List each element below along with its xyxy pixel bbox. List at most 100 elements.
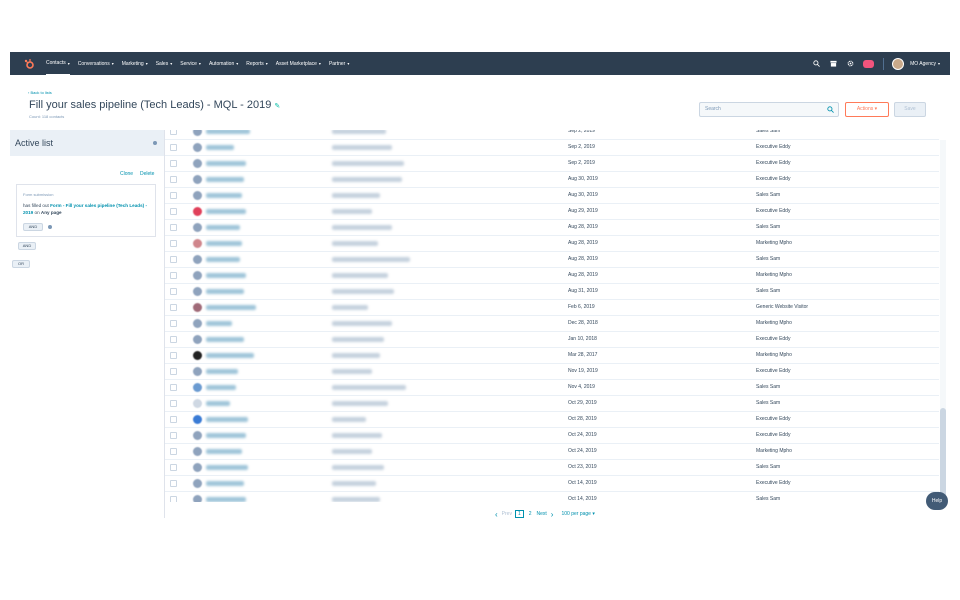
- contact-name-blurred[interactable]: [206, 273, 246, 278]
- contact-name-blurred[interactable]: [206, 337, 244, 342]
- nav-partner[interactable]: Partner ▾: [329, 52, 349, 75]
- table-row[interactable]: Sep 2, 2019 Executive Eddy: [165, 156, 939, 172]
- contact-name-blurred[interactable]: [206, 161, 246, 166]
- contact-name-blurred[interactable]: [206, 433, 246, 438]
- contact-name-blurred[interactable]: [206, 177, 244, 182]
- add-or-filter-button[interactable]: OR: [12, 260, 30, 268]
- nav-asset-marketplace[interactable]: Asset Marketplace ▾: [276, 52, 321, 75]
- contact-name-blurred[interactable]: [206, 497, 246, 502]
- row-checkbox[interactable]: [170, 176, 177, 183]
- table-row[interactable]: Aug 30, 2019 Executive Eddy: [165, 172, 939, 188]
- row-checkbox[interactable]: [170, 432, 177, 439]
- contact-name-blurred[interactable]: [206, 257, 240, 262]
- contact-name-blurred[interactable]: [206, 465, 248, 470]
- info-icon[interactable]: [153, 141, 157, 145]
- table-row[interactable]: Aug 31, 2019 Sales Sam: [165, 284, 939, 300]
- delete-filter-link[interactable]: Delete: [140, 171, 154, 177]
- table-row[interactable]: Nov 19, 2019 Executive Eddy: [165, 364, 939, 380]
- row-checkbox[interactable]: [170, 464, 177, 471]
- row-checkbox[interactable]: [170, 336, 177, 343]
- table-row[interactable]: Oct 24, 2019 Executive Eddy: [165, 428, 939, 444]
- account-avatar[interactable]: [892, 57, 905, 70]
- contact-name-blurred[interactable]: [206, 305, 256, 310]
- nav-reports[interactable]: Reports ▾: [246, 52, 268, 75]
- contact-name-blurred[interactable]: [206, 145, 234, 150]
- row-checkbox[interactable]: [170, 496, 177, 502]
- search-icon[interactable]: [812, 60, 820, 68]
- row-checkbox[interactable]: [170, 256, 177, 263]
- help-button[interactable]: Help: [926, 492, 948, 510]
- notifications-icon[interactable]: [863, 59, 875, 68]
- row-checkbox[interactable]: [170, 208, 177, 215]
- row-checkbox[interactable]: [170, 320, 177, 327]
- contact-name-blurred[interactable]: [206, 401, 230, 406]
- row-checkbox[interactable]: [170, 160, 177, 167]
- row-checkbox[interactable]: [170, 130, 177, 135]
- and-condition-pill[interactable]: AND: [23, 223, 43, 231]
- nav-contacts[interactable]: Contacts ▾: [46, 52, 70, 75]
- nav-sales[interactable]: Sales ▾: [156, 52, 173, 75]
- row-checkbox[interactable]: [170, 352, 177, 359]
- add-and-filter-button[interactable]: AND: [18, 242, 36, 250]
- table-row[interactable]: Aug 28, 2019 Marketing Mpho: [165, 236, 939, 252]
- contact-name-blurred[interactable]: [206, 241, 242, 246]
- row-checkbox[interactable]: [170, 480, 177, 487]
- contact-name-blurred[interactable]: [206, 481, 244, 486]
- contact-name-blurred[interactable]: [206, 130, 250, 134]
- table-row[interactable]: Aug 29, 2019 Executive Eddy: [165, 204, 939, 220]
- table-row[interactable]: Sep 2, 2019 Sales Sam: [165, 130, 939, 140]
- table-row[interactable]: Aug 30, 2019 Sales Sam: [165, 188, 939, 204]
- account-menu[interactable]: MO Agency ▾: [910, 61, 940, 67]
- next-page-button[interactable]: Next: [537, 511, 547, 517]
- row-checkbox[interactable]: [170, 448, 177, 455]
- page-2-link[interactable]: 2: [529, 511, 532, 517]
- contact-name-blurred[interactable]: [206, 193, 242, 198]
- contact-name-blurred[interactable]: [206, 289, 244, 294]
- table-row[interactable]: Aug 28, 2019 Sales Sam: [165, 252, 939, 268]
- row-checkbox[interactable]: [170, 288, 177, 295]
- filter-card[interactable]: Form submission has filled out Form - Fi…: [16, 184, 156, 237]
- table-row[interactable]: Feb 6, 2019 Generic Website Visitor: [165, 300, 939, 316]
- table-row[interactable]: Oct 28, 2019 Executive Eddy: [165, 412, 939, 428]
- save-button[interactable]: Save: [894, 102, 926, 117]
- row-checkbox[interactable]: [170, 416, 177, 423]
- vertical-scrollbar-thumb[interactable]: [940, 408, 946, 498]
- nav-marketing[interactable]: Marketing ▾: [122, 52, 148, 75]
- table-row[interactable]: Dec 28, 2018 Marketing Mpho: [165, 316, 939, 332]
- current-page[interactable]: 1: [514, 510, 524, 518]
- actions-button[interactable]: Actions ▾: [845, 102, 889, 117]
- row-checkbox[interactable]: [170, 384, 177, 391]
- back-to-lists-link[interactable]: ‹ Back to lists: [28, 90, 52, 95]
- table-row[interactable]: Sep 2, 2019 Executive Eddy: [165, 140, 939, 156]
- contact-name-blurred[interactable]: [206, 449, 242, 454]
- clone-filter-link[interactable]: Clone: [120, 171, 133, 177]
- contact-name-blurred[interactable]: [206, 369, 238, 374]
- edit-pencil-icon[interactable]: ✎: [274, 103, 280, 110]
- nav-conversations[interactable]: Conversations ▾: [78, 52, 114, 75]
- row-checkbox[interactable]: [170, 400, 177, 407]
- table-row[interactable]: Oct 24, 2019 Marketing Mpho: [165, 444, 939, 460]
- search-icon[interactable]: [827, 106, 834, 113]
- contact-name-blurred[interactable]: [206, 321, 232, 326]
- contact-name-blurred[interactable]: [206, 353, 254, 358]
- row-checkbox[interactable]: [170, 192, 177, 199]
- row-checkbox[interactable]: [170, 224, 177, 231]
- gear-icon[interactable]: [846, 60, 854, 68]
- table-row[interactable]: Mar 28, 2017 Marketing Mpho: [165, 348, 939, 364]
- row-checkbox[interactable]: [170, 272, 177, 279]
- nav-service[interactable]: Service ▾: [180, 52, 201, 75]
- nav-automation[interactable]: Automation ▾: [209, 52, 238, 75]
- contact-name-blurred[interactable]: [206, 209, 246, 214]
- chevron-left-icon[interactable]: ‹: [495, 510, 498, 519]
- info-icon[interactable]: [48, 225, 52, 229]
- row-checkbox[interactable]: [170, 144, 177, 151]
- table-row[interactable]: Oct 23, 2019 Sales Sam: [165, 460, 939, 476]
- contact-name-blurred[interactable]: [206, 225, 240, 230]
- table-row[interactable]: Aug 28, 2019 Marketing Mpho: [165, 268, 939, 284]
- per-page-select[interactable]: 100 per page ▾: [561, 511, 594, 517]
- row-checkbox[interactable]: [170, 368, 177, 375]
- search-input[interactable]: Search: [699, 102, 839, 117]
- hubspot-logo-icon[interactable]: [22, 57, 36, 71]
- table-row[interactable]: Nov 4, 2019 Sales Sam: [165, 380, 939, 396]
- contact-name-blurred[interactable]: [206, 385, 236, 390]
